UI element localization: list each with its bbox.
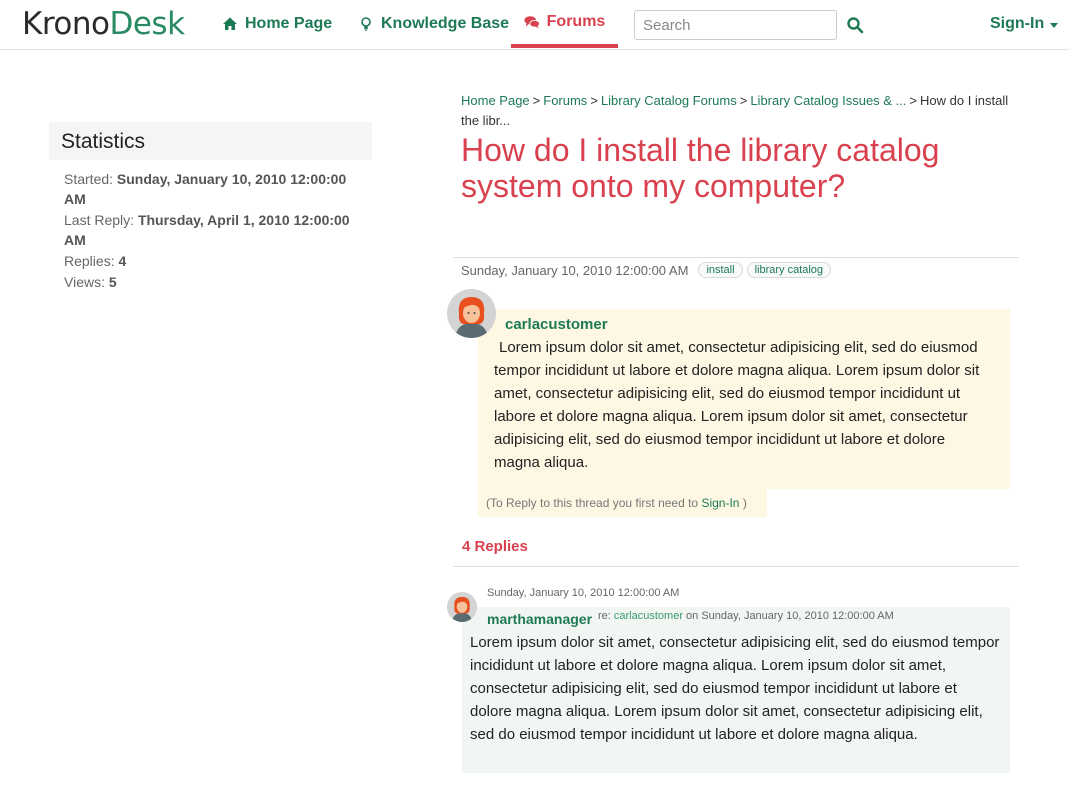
breadcrumb-library-catalog-issues[interactable]: Library Catalog Issues & ... bbox=[750, 93, 906, 108]
tag-list: install library catalog bbox=[698, 262, 832, 278]
chevron-down-icon bbox=[1050, 22, 1059, 28]
reply-re-prefix: re: bbox=[598, 610, 611, 622]
sign-in-dropdown[interactable]: Sign-In bbox=[990, 15, 1059, 33]
nav-forums-label: Forums bbox=[546, 13, 606, 30]
tag-library-catalog[interactable]: library catalog bbox=[746, 262, 832, 278]
breadcrumb-separator: > bbox=[532, 93, 541, 108]
breadcrumb-library-catalog-forums[interactable]: Library Catalog Forums bbox=[601, 93, 737, 108]
reply-author-link[interactable]: marthamanager bbox=[487, 611, 592, 627]
thread-title: How do I install the library catalog sys… bbox=[461, 132, 940, 204]
sign-in-label: Sign-In bbox=[990, 15, 1045, 32]
stat-views-label: Views: bbox=[64, 274, 105, 290]
reply-body: Lorem ipsum dolor sit amet, consectetur … bbox=[470, 634, 1000, 743]
reply-note: (To Reply to this thread you first need … bbox=[486, 496, 747, 510]
post-body: Lorem ipsum dolor sit amet, consectetur … bbox=[494, 339, 980, 471]
top-navbar: KronoDesk Home Page Knowledge Base Forum… bbox=[0, 0, 1069, 50]
stat-last-reply: Last Reply: Thursday, April 1, 2010 12:0… bbox=[64, 210, 354, 250]
statistics-panel-header: Statistics bbox=[49, 122, 372, 160]
search-input[interactable] bbox=[634, 10, 837, 40]
reply-note-suffix: ) bbox=[742, 496, 747, 510]
reply-note-sign-in-link[interactable]: Sign-In bbox=[701, 496, 739, 510]
breadcrumb-separator: > bbox=[909, 93, 917, 108]
avatar-icon bbox=[447, 592, 477, 622]
reply-reference: re: carlacustomer on Sunday, January 10,… bbox=[598, 610, 894, 622]
stat-last-reply-label: Last Reply: bbox=[64, 212, 135, 228]
breadcrumb-home[interactable]: Home Page bbox=[461, 93, 530, 108]
divider bbox=[453, 566, 1019, 567]
lightbulb-icon bbox=[361, 17, 371, 31]
divider bbox=[453, 257, 1019, 258]
reply-re-user-link[interactable]: carlacustomer bbox=[614, 610, 683, 622]
nav-forums[interactable]: Forums bbox=[511, 0, 618, 48]
search-icon[interactable] bbox=[846, 16, 864, 34]
nav-home-label: Home Page bbox=[245, 15, 333, 32]
avatar-icon bbox=[447, 289, 496, 338]
comments-icon bbox=[524, 16, 540, 29]
stat-replies: Replies: 4 bbox=[64, 251, 354, 271]
reply-date: Sunday, January 10, 2010 12:00:00 AM bbox=[487, 587, 680, 599]
user-avatar-marthamanager[interactable] bbox=[447, 592, 477, 622]
user-avatar-carlacustomer[interactable] bbox=[447, 289, 496, 338]
tag-install[interactable]: install bbox=[698, 262, 743, 278]
reply-note-text: (To Reply to this thread you first need … bbox=[486, 496, 699, 510]
nav-home-page[interactable]: Home Page bbox=[222, 0, 332, 48]
stat-started-label: Started: bbox=[64, 171, 114, 187]
stat-started: Started: Sunday, January 10, 2010 12:00:… bbox=[64, 169, 354, 209]
thread-date: Sunday, January 10, 2010 12:00:00 AM bbox=[461, 262, 689, 278]
breadcrumb-forums[interactable]: Forums bbox=[543, 93, 587, 108]
statistics-title: Statistics bbox=[61, 130, 146, 153]
stat-replies-value: 4 bbox=[118, 253, 127, 269]
thread-meta: Sunday, January 10, 2010 12:00:00 AM ins… bbox=[461, 262, 832, 278]
stat-views: Views: 5 bbox=[64, 272, 354, 292]
reply-re-suffix: on Sunday, January 10, 2010 12:00:00 AM bbox=[686, 610, 894, 622]
statistics-body: Started: Sunday, January 10, 2010 12:00:… bbox=[64, 169, 354, 293]
stat-views-value: 5 bbox=[108, 274, 117, 290]
kronodesk-logo[interactable]: KronoDesk bbox=[22, 6, 185, 42]
breadcrumb: Home Page > Forums > Library Catalog Forums >… bbox=[461, 91, 1017, 131]
nav-knowledge-base[interactable]: Knowledge Base bbox=[358, 0, 509, 48]
home-icon bbox=[223, 17, 237, 30]
replies-count-heading: 4 Replies bbox=[462, 538, 528, 555]
logo-text-desk: Desk bbox=[109, 6, 185, 42]
post-author-link[interactable]: carlacustomer bbox=[505, 316, 608, 333]
logo-text-krono: Krono bbox=[22, 6, 110, 42]
stat-replies-label: Replies: bbox=[64, 253, 115, 269]
nav-knowledge-base-label: Knowledge Base bbox=[381, 15, 510, 32]
breadcrumb-separator: > bbox=[590, 93, 598, 108]
breadcrumb-separator: > bbox=[739, 93, 748, 108]
